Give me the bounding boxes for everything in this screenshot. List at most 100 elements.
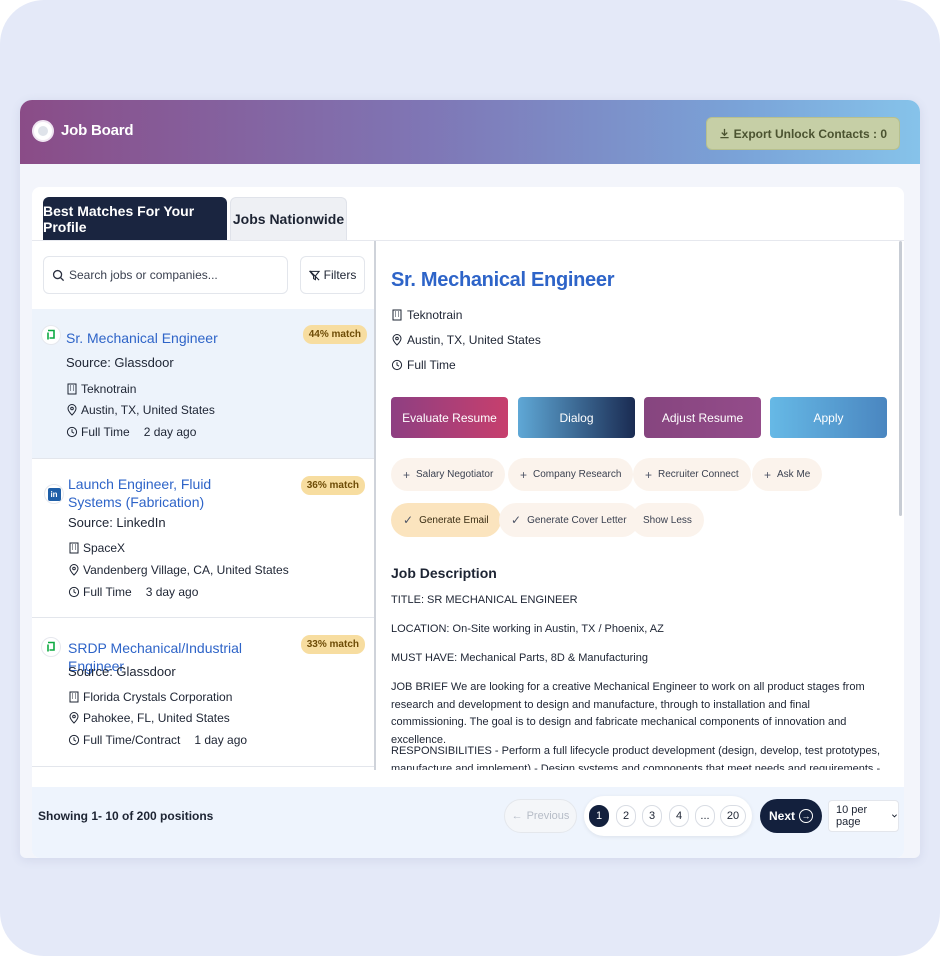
building-icon [67, 383, 77, 395]
chip-label: Generate Cover Letter [527, 514, 627, 526]
job-title[interactable]: Sr. Mechanical Engineer [66, 329, 256, 347]
linkedin-icon: in [44, 484, 64, 504]
job-meta-row: Full Time 2 day ago [66, 425, 196, 439]
chip-label: Generate Email [419, 514, 489, 526]
app-window: Job Board Export Unlock Contacts : 0 Bes… [20, 100, 920, 858]
filters-label: Filters [323, 268, 357, 282]
chip-generate-cover-letter[interactable]: ✓ Generate Cover Letter [499, 503, 639, 537]
job-card[interactable]: in Launch Engineer, Fluid Systems (Fabri… [32, 460, 374, 618]
main-card: Best Matches For Your Profile Jobs Natio… [32, 187, 904, 858]
detail-company-row: Teknotrain [391, 308, 462, 322]
arrow-right-icon: → [799, 809, 813, 823]
description-paragraph: LOCATION: On-Site working in Austin, TX … [391, 623, 664, 635]
pagination-bar: Showing 1- 10 of 200 positions ← Previou… [32, 787, 904, 858]
chip-label: Salary Negotiator [416, 469, 494, 480]
per-page-select[interactable]: 10 per page [828, 800, 899, 832]
filters-button[interactable]: Filters [300, 256, 365, 294]
job-company-row: Teknotrain [66, 382, 136, 396]
tab-jobs-nationwide[interactable]: Jobs Nationwide [230, 197, 347, 240]
page-ellipsis: ... [695, 805, 715, 827]
job-type: Full Time [83, 585, 132, 599]
export-unlock-contacts-button[interactable]: Export Unlock Contacts : 0 [705, 117, 900, 150]
job-location-row: Pahokee, FL, United States [68, 711, 230, 725]
app-logo [32, 120, 54, 142]
previous-button[interactable]: ← Previous [504, 799, 577, 833]
detail-location-row: Austin, TX, United States [391, 333, 541, 347]
job-location-row: Austin, TX, United States [66, 403, 215, 417]
job-location: Vandenberg Village, CA, United States [83, 563, 289, 577]
glassdoor-icon [41, 637, 61, 657]
chip-company-research[interactable]: + Company Research [508, 458, 634, 491]
job-posted: 1 day ago [194, 733, 248, 747]
job-source: Source: Glassdoor [68, 664, 176, 679]
job-meta-row: Full Time/Contract 1 day ago [68, 733, 247, 747]
job-title[interactable]: Launch Engineer, Fluid Systems (Fabricat… [68, 475, 258, 511]
building-icon [392, 309, 402, 321]
detail-type: Full Time [407, 358, 456, 372]
page-1-button[interactable]: 1 [589, 805, 609, 827]
location-pin-icon [67, 404, 77, 416]
chevron-down-icon [892, 814, 898, 818]
location-pin-icon [69, 564, 79, 576]
next-button[interactable]: Next → [760, 799, 822, 833]
match-badge: 36% match [300, 476, 365, 495]
show-less-button[interactable]: Show Less [631, 503, 704, 537]
tabs: Best Matches For Your Profile Jobs Natio… [32, 187, 904, 241]
dialog-button[interactable]: Dialog [518, 397, 635, 438]
location-pin-icon [392, 334, 402, 346]
page-2-button[interactable]: 2 [616, 805, 636, 827]
page-3-button[interactable]: 3 [642, 805, 662, 827]
page-background: Job Board Export Unlock Contacts : 0 Bes… [0, 0, 940, 956]
plus-icon: + [520, 467, 528, 482]
clock-icon [391, 359, 403, 371]
download-icon [720, 128, 729, 139]
chip-recruiter-connect[interactable]: + Recruiter Connect [633, 458, 751, 491]
match-badge: 44% match [302, 325, 367, 344]
adjust-resume-button[interactable]: Adjust Resume [644, 397, 761, 438]
chip-generate-email[interactable]: ✓ Generate Email [391, 503, 501, 537]
job-company-row: SpaceX [68, 541, 125, 555]
job-description-heading: Job Description [391, 565, 497, 581]
check-icon: ✓ [403, 513, 414, 527]
location-pin-icon [69, 712, 79, 724]
building-icon [69, 691, 79, 703]
job-detail-pane: Sr. Mechanical Engineer Teknotrain Austi… [378, 241, 904, 770]
job-location-row: Vandenberg Village, CA, United States [68, 563, 289, 577]
job-list-pane: Filters Sr. Mechanical Engineer 44% matc… [32, 241, 376, 770]
search-input[interactable] [69, 268, 279, 282]
page-20-button[interactable]: 20 [720, 805, 746, 827]
job-source: Source: Glassdoor [66, 355, 174, 370]
job-company: SpaceX [83, 541, 126, 555]
plus-icon: + [403, 467, 411, 482]
arrow-left-icon: ← [511, 810, 523, 822]
clock-icon [68, 734, 80, 746]
export-label: Export Unlock Contacts : 0 [733, 126, 887, 141]
page-numbers: 1 2 3 4 ... 20 [584, 796, 752, 836]
job-posted: 3 day ago [145, 585, 199, 599]
page-4-button[interactable]: 4 [669, 805, 689, 827]
job-company: Teknotrain [81, 382, 137, 396]
plus-icon: + [645, 467, 653, 482]
chip-label: Recruiter Connect [658, 469, 739, 480]
job-company-row: Florida Crystals Corporation [68, 690, 232, 704]
job-location: Pahokee, FL, United States [83, 711, 230, 725]
apply-button[interactable]: Apply [770, 397, 887, 438]
tab-best-matches[interactable]: Best Matches For Your Profile [43, 197, 227, 240]
job-card[interactable]: SRDP Mechanical/Industrial Engineer 33% … [32, 619, 374, 767]
evaluate-resume-button[interactable]: Evaluate Resume [391, 397, 508, 438]
top-bar: Job Board Export Unlock Contacts : 0 [20, 100, 920, 164]
per-page-value: 10 per page [836, 804, 868, 828]
next-label: Next [768, 809, 795, 823]
job-card[interactable]: Sr. Mechanical Engineer 44% match Source… [32, 309, 374, 459]
clock-icon [66, 426, 78, 438]
job-company: Florida Crystals Corporation [83, 690, 233, 704]
check-icon: ✓ [511, 513, 522, 527]
chip-salary-negotiator[interactable]: + Salary Negotiator [391, 458, 506, 491]
description-paragraph: JOB BRIEF We are looking for a creative … [391, 681, 865, 746]
chip-label: Ask Me [777, 469, 811, 480]
previous-label: Previous [526, 810, 570, 822]
detail-scrollbar[interactable] [899, 241, 902, 516]
chip-ask-me[interactable]: + Ask Me [752, 458, 823, 491]
detail-company: Teknotrain [407, 308, 463, 322]
match-badge: 33% match [300, 635, 365, 654]
